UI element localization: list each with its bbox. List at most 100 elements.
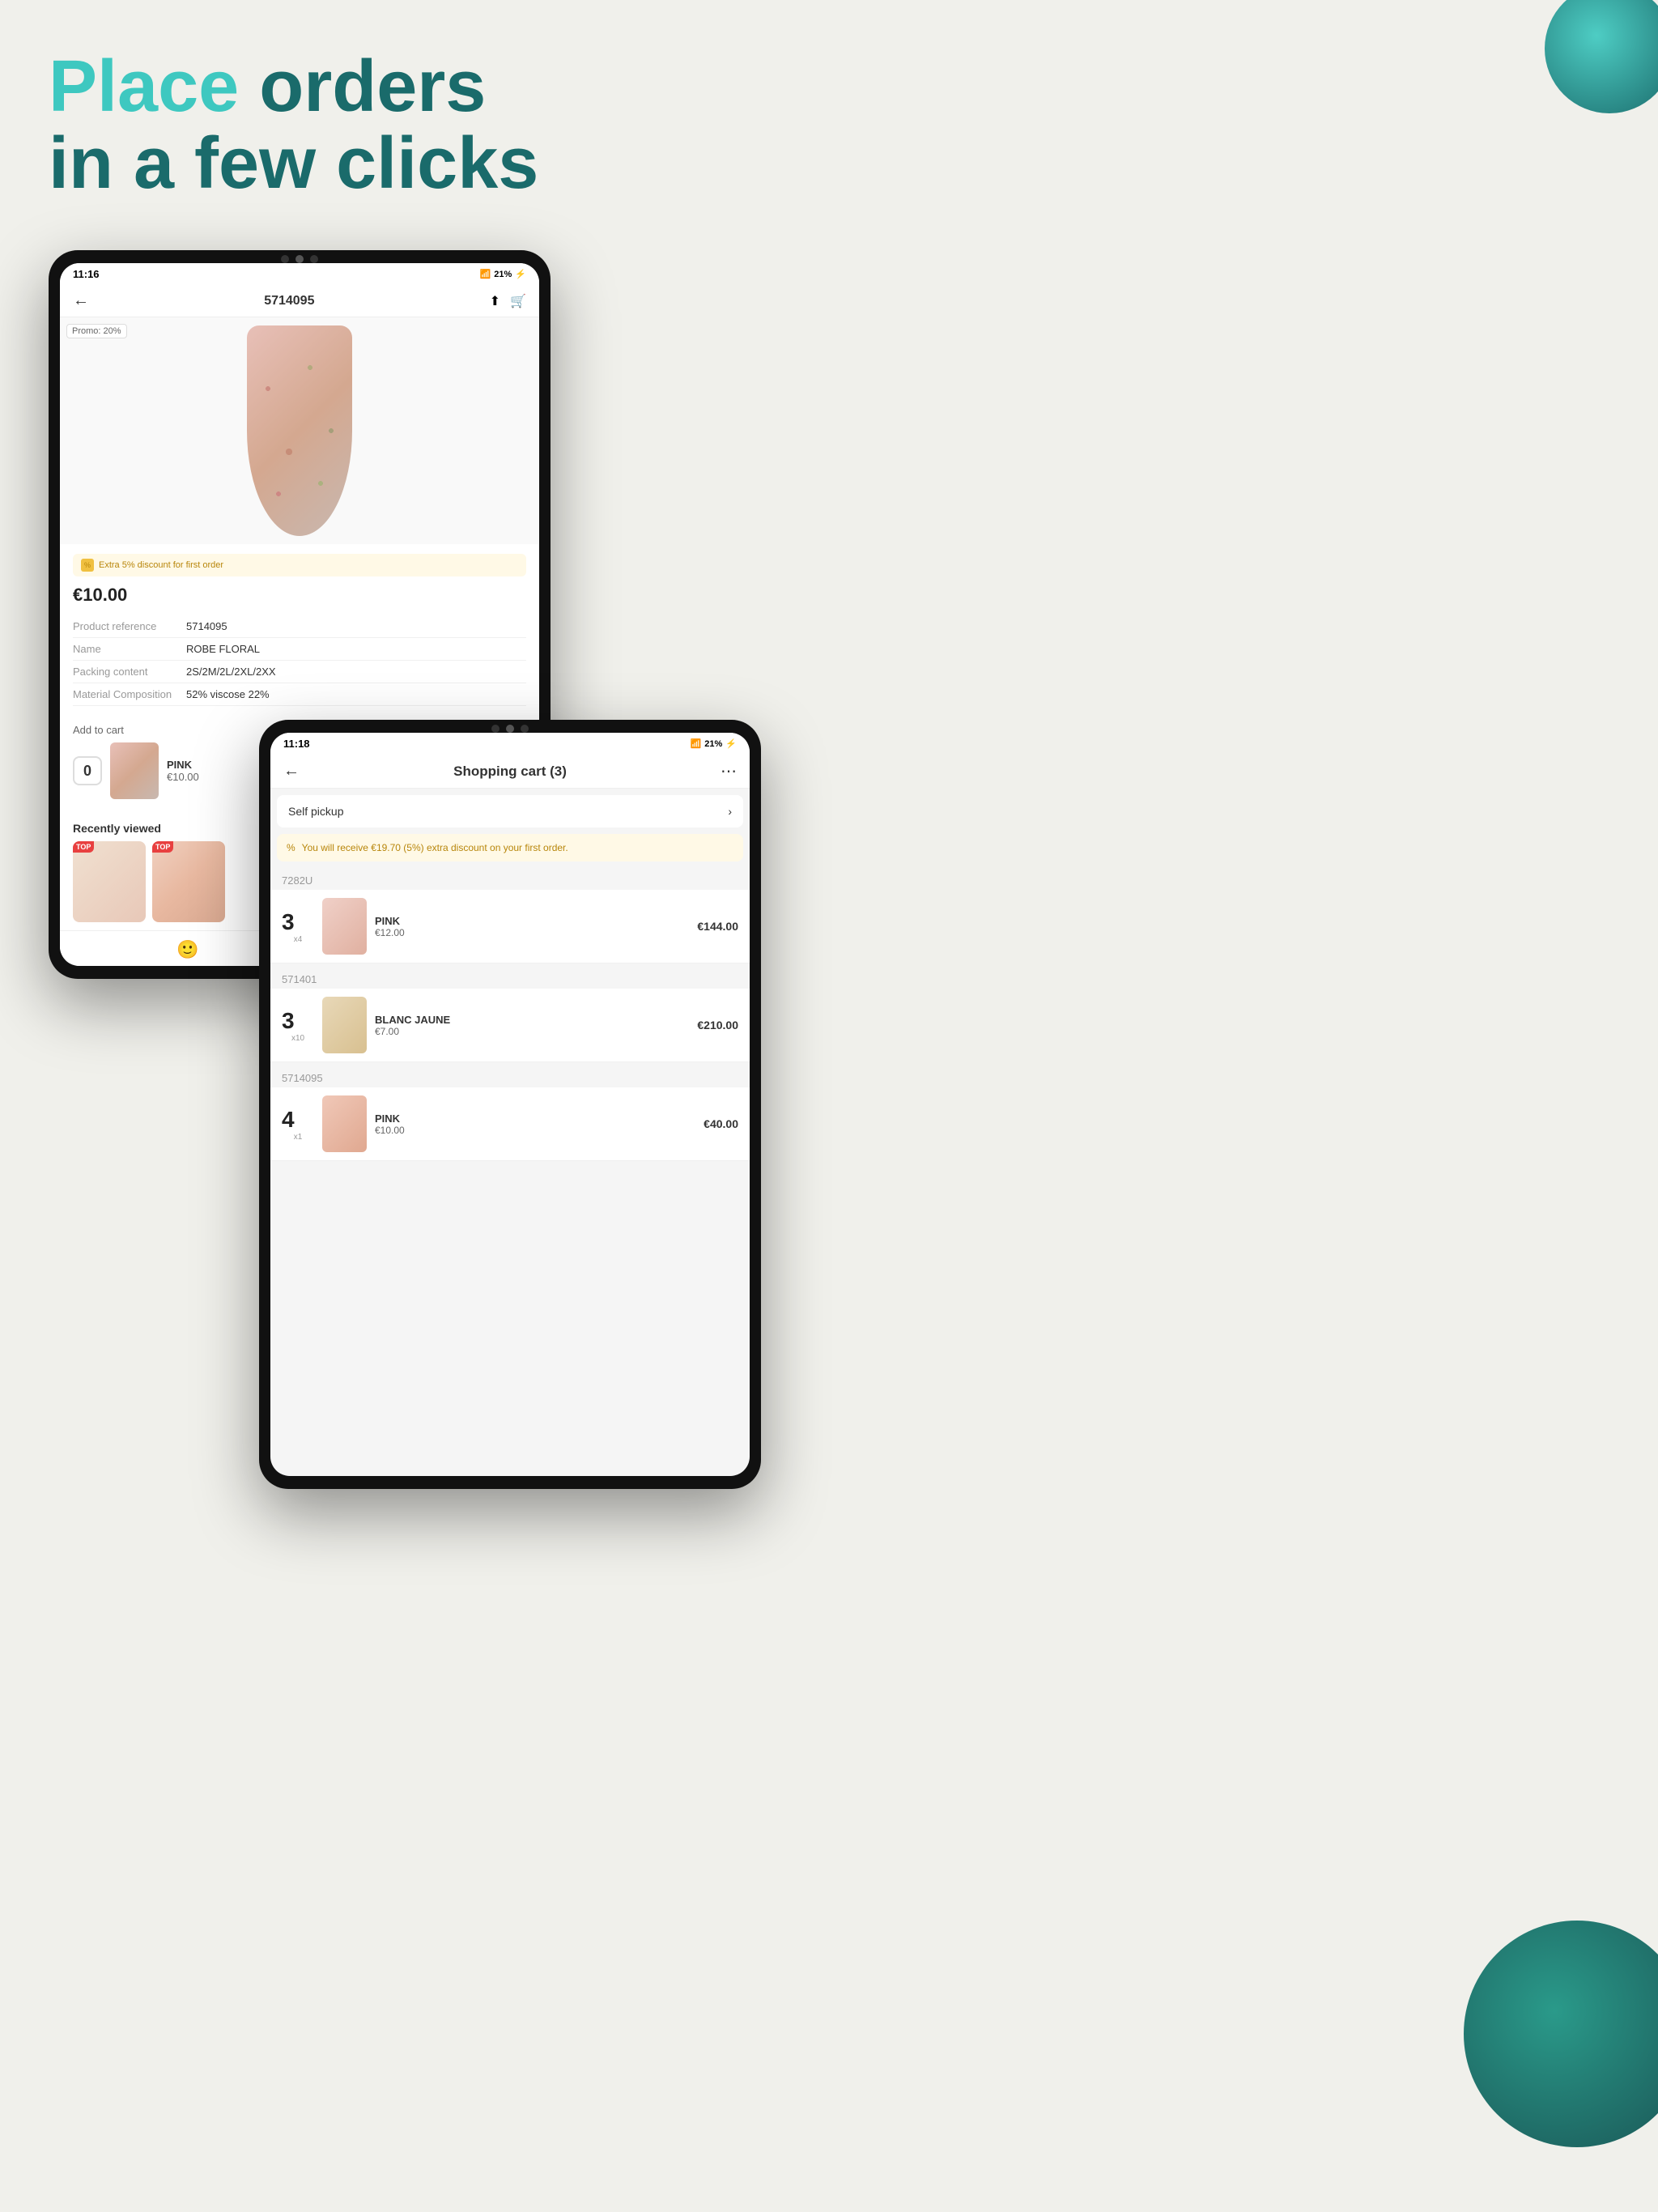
camera-dot-f1 (491, 725, 500, 733)
detail-row-material: Material Composition 52% viscose 22% (73, 683, 526, 706)
camera-dot-f2 (506, 725, 514, 733)
tablet-shopping-cart: 11:18 📶 21% ⚡ ← Shopping cart (3) ⋯ Self… (259, 720, 761, 1489)
detail-value-material: 52% viscose 22% (186, 688, 270, 700)
cart-item-total-3: €40.00 (704, 1117, 738, 1130)
camera-dot-f3 (521, 725, 529, 733)
self-pickup-label: Self pickup (288, 805, 343, 818)
cart-thumb-small (110, 742, 159, 799)
camera-dot-2 (295, 255, 304, 263)
hero-word-orders: orders (259, 46, 486, 127)
cart-qty-sub-3: x1 (282, 1133, 314, 1142)
camera-bar-front (491, 725, 529, 733)
self-pickup-option[interactable]: Self pickup › (277, 795, 743, 827)
wifi-icon-front: 📶 (691, 738, 702, 749)
discount-notice-text: You will receive €19.70 (5%) extra disco… (302, 842, 568, 853)
cart-icon-header[interactable]: 🛒 (510, 293, 526, 309)
share-icon[interactable]: ⬆ (490, 293, 500, 309)
chevron-right-icon: › (728, 805, 732, 818)
cart-item-price-2: €7.00 (375, 1026, 697, 1037)
rv-badge-1: TOP (73, 841, 94, 853)
cart-item-total-2: €210.00 (697, 1019, 738, 1032)
cart-item-name-3: PINK (375, 1112, 704, 1125)
detail-row-ref: Product reference 5714095 (73, 615, 526, 638)
header-action-icons: ⬆ 🛒 (490, 293, 526, 309)
detail-row-name: Name ROBE FLORAL (73, 638, 526, 661)
cart-thumb-2 (322, 997, 367, 1053)
status-bar-front: 11:18 📶 21% ⚡ (270, 733, 750, 755)
battery-icon-front: ⚡ (725, 738, 737, 749)
cart-item-details-1: PINK €12.00 (375, 915, 697, 938)
cart-item-details-2: BLANC JAUNE €7.00 (375, 1014, 697, 1037)
cart-item-price-1: €12.00 (375, 927, 697, 938)
detail-label-packing: Packing content (73, 666, 186, 678)
cart-qty-sub-1: x4 (282, 935, 314, 944)
hero-section: Place orders in a few clicks (0, 0, 1658, 218)
cart-product-info: PINK €10.00 (167, 759, 199, 783)
quantity-display[interactable]: 0 (73, 756, 102, 785)
time-front: 11:18 (283, 738, 310, 750)
time-back: 11:16 (73, 268, 100, 280)
recently-viewed-item-1[interactable]: TOP (73, 841, 146, 922)
cart-section-1: 7282U 3 x4 PINK €12.00 €144.00 (270, 868, 750, 963)
cart-product-name: PINK (167, 759, 199, 771)
cart-ref-2: 571401 (270, 967, 750, 989)
cart-item-price-3: €10.00 (375, 1125, 704, 1136)
product-image (247, 325, 352, 536)
camera-bar-back (281, 255, 318, 263)
discount-notice-cart: % You will receive €19.70 (5%) extra dis… (277, 834, 743, 861)
product-nav-header: ← 5714095 ⬆ 🛒 (60, 285, 539, 317)
cart-item-1: 3 x4 PINK €12.00 €144.00 (270, 890, 750, 963)
discount-icon: % (81, 559, 94, 572)
cart-title: Shopping cart (3) (300, 764, 721, 780)
detail-label-ref: Product reference (73, 620, 186, 632)
hero-line2: in a few clicks (49, 123, 538, 204)
cart-item-total-1: €144.00 (697, 920, 738, 933)
cart-item-qty-block-2: 3 x10 (282, 1008, 314, 1043)
cart-more-options[interactable]: ⋯ (721, 761, 737, 781)
cart-item-3: 4 x1 PINK €10.00 €40.00 (270, 1087, 750, 1161)
discount-text: Extra 5% discount for first order (99, 560, 223, 570)
cart-item-name-2: BLANC JAUNE (375, 1014, 697, 1026)
cart-ref-3: 5714095 (270, 1066, 750, 1087)
shopping-cart-screen: 11:18 📶 21% ⚡ ← Shopping cart (3) ⋯ Self… (270, 733, 750, 1476)
hero-word-place: Place (49, 46, 239, 127)
cart-item-qty-block-3: 4 x1 (282, 1107, 314, 1142)
cart-ref-1: 7282U (270, 868, 750, 890)
cart-item-name-1: PINK (375, 915, 697, 927)
cart-back-button[interactable]: ← (283, 762, 300, 781)
status-bar-back: 11:16 📶 21% ⚡ (60, 263, 539, 285)
status-icons-back: 📶 21% ⚡ (480, 269, 526, 279)
camera-dot-3 (310, 255, 318, 263)
back-button[interactable]: ← (73, 291, 89, 310)
detail-value-name: ROBE FLORAL (186, 643, 260, 655)
detail-label-material: Material Composition (73, 688, 186, 700)
cart-section-3: 5714095 4 x1 PINK €10.00 €40.00 (270, 1066, 750, 1161)
cart-qty-2: 3 (282, 1008, 314, 1034)
product-price: €10.00 (73, 585, 526, 606)
cart-qty-1: 3 (282, 909, 314, 935)
battery-text-back: 21% (494, 270, 512, 279)
tablets-container: 11:16 📶 21% ⚡ ← 5714095 ⬆ 🛒 Promo: 20% (0, 234, 1658, 1772)
discount-notice-icon: % (287, 842, 295, 853)
cart-qty-sub-2: x10 (282, 1034, 314, 1043)
battery-text-front: 21% (704, 739, 722, 749)
floral-pattern (247, 325, 352, 536)
cart-product-price: €10.00 (167, 771, 199, 783)
recently-viewed-item-2[interactable]: TOP (152, 841, 225, 922)
cart-qty-3: 4 (282, 1107, 314, 1133)
product-id-title: 5714095 (264, 294, 314, 308)
cart-section-2: 571401 3 x10 BLANC JAUNE €7.00 €210.00 (270, 967, 750, 1062)
cart-nav-header: ← Shopping cart (3) ⋯ (270, 755, 750, 789)
decoration-circle-bottom (1464, 1921, 1658, 2147)
detail-value-ref: 5714095 (186, 620, 227, 632)
emoji-icon[interactable]: 🙂 (176, 939, 198, 960)
wifi-icon: 📶 (480, 269, 491, 279)
cart-item-details-3: PINK €10.00 (375, 1112, 704, 1136)
cart-item-2: 3 x10 BLANC JAUNE €7.00 €210.00 (270, 989, 750, 1062)
hero-heading: Place orders in a few clicks (49, 49, 1609, 202)
battery-icon-back: ⚡ (515, 269, 526, 279)
dress-silhouette (247, 325, 352, 536)
cart-thumb-3 (322, 1095, 367, 1152)
product-details-section: % Extra 5% discount for first order €10.… (60, 544, 539, 716)
promo-badge: Promo: 20% (66, 324, 127, 338)
